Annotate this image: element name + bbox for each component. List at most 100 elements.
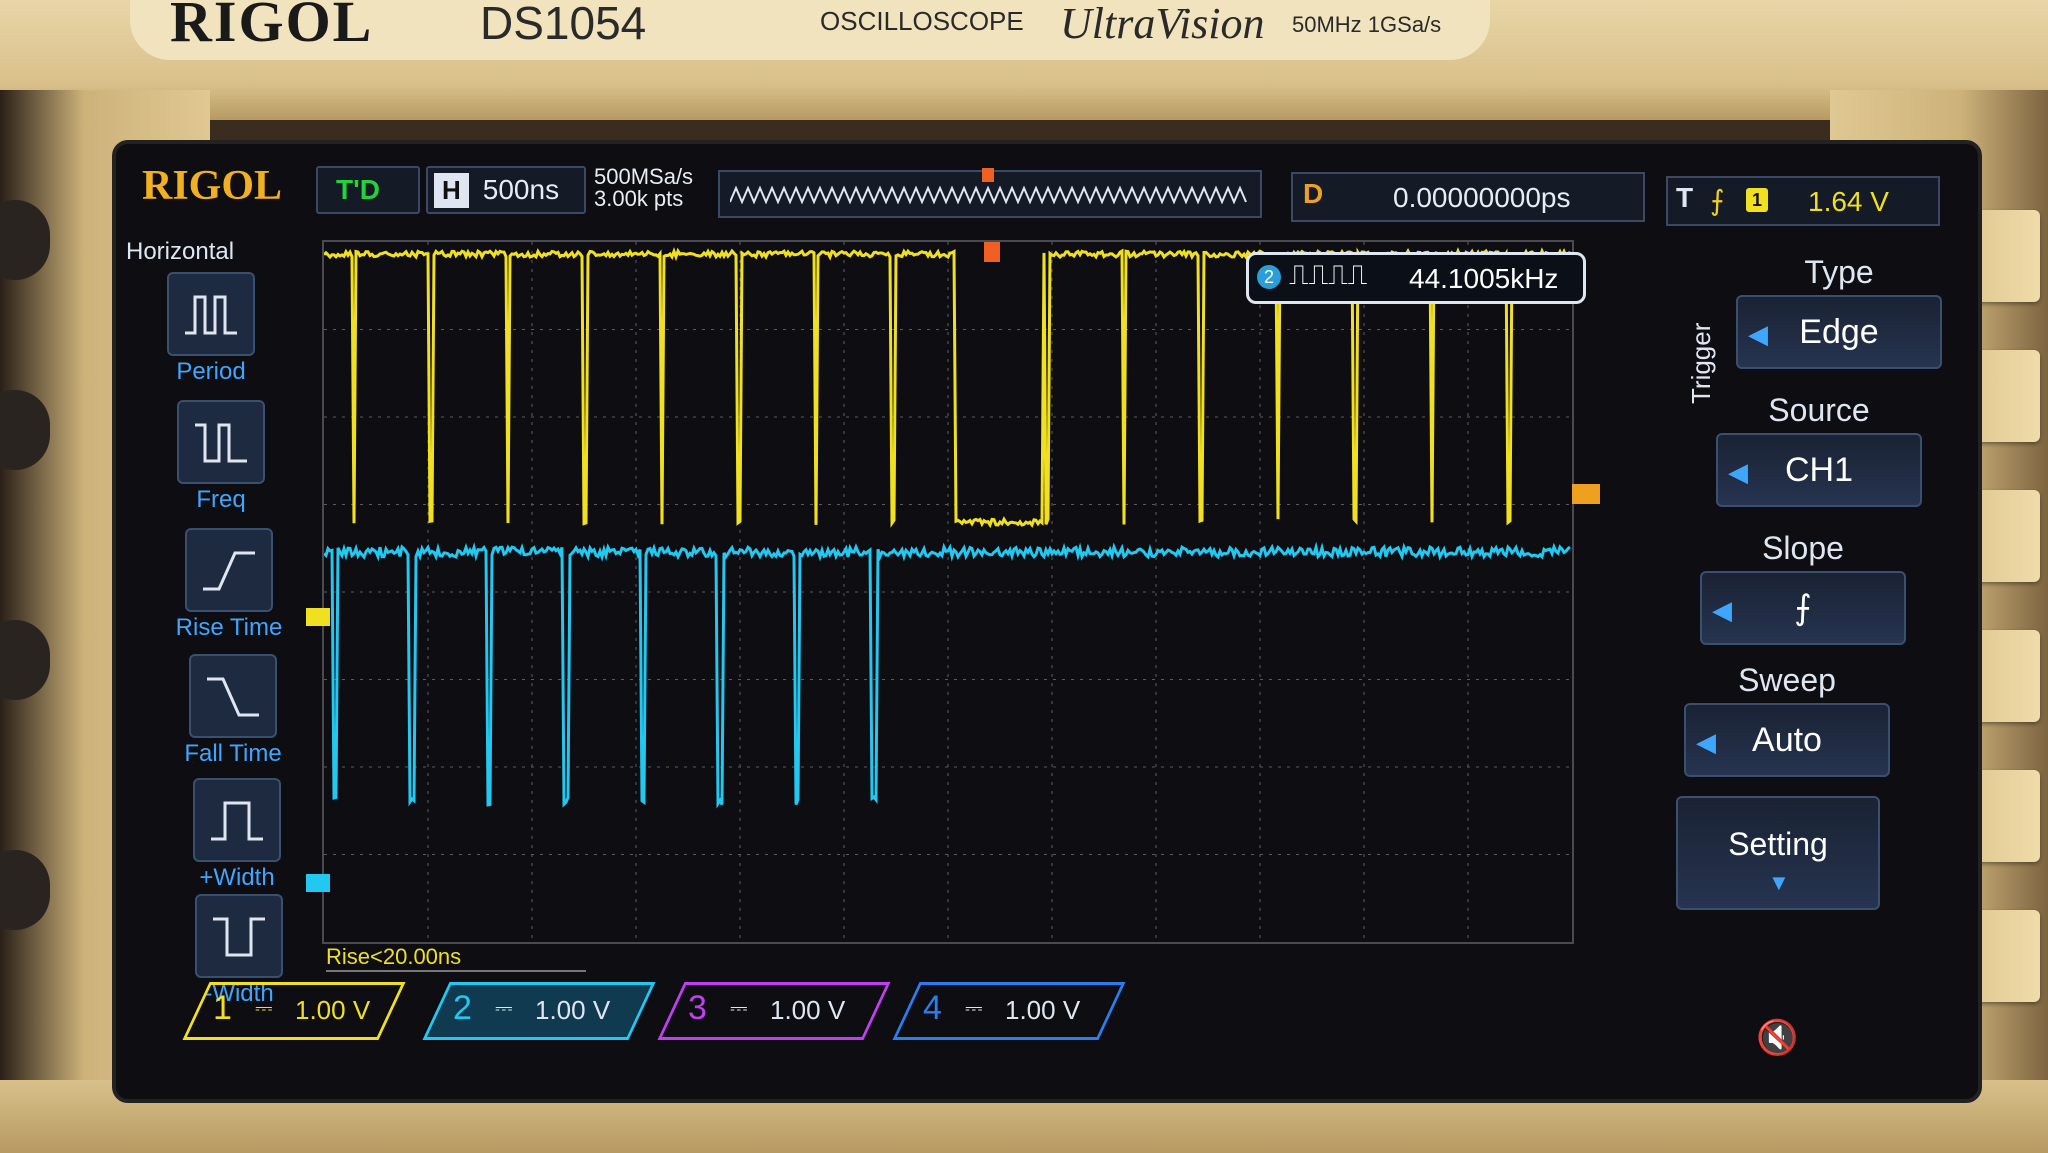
measure-label: +Width [162, 864, 312, 892]
left-arrow-icon: ◀ [1748, 319, 1768, 350]
ch2-waveform [324, 547, 1570, 805]
left-arrow-icon: ◀ [1712, 595, 1732, 626]
dc-coupling-icon: ⎓ [255, 995, 273, 1021]
trigger-channel-badge: 1 [1746, 188, 1768, 212]
left-arrow-icon: ◀ [1728, 457, 1748, 488]
trigger-level-marker[interactable] [1572, 484, 1600, 504]
trigger-status[interactable]: T ⨍ 1 1.64 V [1666, 176, 1940, 226]
memory-depth: 3.00k pts [594, 188, 693, 210]
left-arrow-icon: ◀ [1696, 727, 1716, 758]
channel-scale: 1.00 V [535, 995, 610, 1026]
spec-label: 50MHz 1GSa/s [1292, 12, 1441, 38]
measure-period[interactable]: Period [136, 272, 286, 386]
chevron-down-icon: ▼ [1768, 870, 1790, 896]
negative-width-icon [195, 894, 283, 978]
trigger-type-menu[interactable]: Type ◀ Edge [1736, 254, 1942, 369]
trigger-slope-value[interactable]: ◀ ⨍ [1700, 571, 1906, 645]
delay-tag: D [1303, 178, 1323, 210]
trigger-type-value[interactable]: ◀ Edge [1736, 295, 1942, 369]
menu-value: Auto [1752, 721, 1822, 760]
ch4-scale[interactable]: 4 ⎓ 1.00 V [892, 982, 1125, 1040]
rise-time-readout: Rise<20.00ns [326, 944, 586, 972]
ch2-scale[interactable]: 2 ⎓ 1.00 V [422, 982, 655, 1040]
frequency-value: 44.1005kHz [1409, 263, 1558, 295]
brand-logo: RIGOL [170, 0, 373, 55]
measure-menu-title: Horizontal [126, 238, 234, 266]
menu-value: Edge [1799, 313, 1878, 352]
memory-waveform [730, 186, 1250, 204]
run-state: T'D [318, 174, 398, 206]
dc-coupling-icon: ⎓ [495, 995, 513, 1021]
brand-strip: RIGOL DS1054 OSCILLOSCOPE UltraVision 50… [130, 0, 1490, 60]
bezel-knob[interactable] [0, 620, 50, 700]
memory-overview [718, 170, 1262, 218]
measure-label: Fall Time [158, 740, 308, 768]
measure-label: Freq [146, 486, 296, 514]
ch1-scale[interactable]: 1 ⎓ 1.00 V [182, 982, 405, 1040]
channel-scale: 1.00 V [770, 995, 845, 1026]
ch1-ground-marker[interactable] [306, 608, 330, 626]
dc-coupling-icon: ⎓ [730, 995, 748, 1021]
menu-value: CH1 [1785, 451, 1853, 490]
measure-fall-time[interactable]: Fall Time [158, 654, 308, 768]
positive-width-icon [193, 778, 281, 862]
menu-label: Slope [1700, 530, 1906, 567]
menu-label: Source [1716, 392, 1922, 429]
ch3-scale[interactable]: 3 ⎓ 1.00 V [657, 982, 890, 1040]
measure-menu: Horizontal Period Freq Rise Time Fall Ti… [116, 230, 276, 1000]
channel-number: 2 [453, 989, 472, 1028]
waveform-area [324, 242, 1572, 942]
rise-time-icon [185, 528, 273, 612]
freq-icon [177, 400, 265, 484]
channel-number: 3 [688, 989, 707, 1028]
timebase-value: 500ns [469, 174, 573, 206]
menu-label: Sweep [1684, 662, 1890, 699]
sample-rate: 500MSa/s [594, 166, 693, 188]
trigger-tag: T [1676, 182, 1693, 214]
measure-freq[interactable]: Freq [146, 400, 296, 514]
measure-label: Rise Time [154, 614, 304, 642]
measure-rise-time[interactable]: Rise Time [154, 528, 304, 642]
dc-coupling-icon: ⎓ [965, 995, 983, 1021]
trigger-sweep-menu[interactable]: Sweep ◀ Auto [1684, 662, 1890, 777]
model-label: DS1054 [480, 0, 646, 50]
trigger-setting-button[interactable]: Setting ▼ [1676, 796, 1880, 910]
setting-label: Setting [1678, 826, 1878, 863]
run-status: T'D [316, 166, 420, 214]
channel-number: 1 [213, 989, 232, 1028]
channel-scale: 1.00 V [295, 995, 370, 1026]
delay-value: 0.00000000ps [1393, 182, 1571, 214]
oscilloscope-screen: RIGOL T'D H 500ns 500MSa/s 3.00k pts D 0… [112, 140, 1982, 1103]
rising-edge-icon: ⨍ [1794, 588, 1812, 628]
trigger-source-value[interactable]: ◀ CH1 [1716, 433, 1922, 507]
trigger-source-menu[interactable]: Source ◀ CH1 [1716, 392, 1922, 507]
horizontal-tag: H [434, 173, 469, 208]
trigger-sweep-value[interactable]: ◀ Auto [1684, 703, 1890, 777]
acquisition-info: 500MSa/s 3.00k pts [594, 166, 693, 210]
ch2-ground-marker[interactable] [306, 874, 330, 892]
delay-box[interactable]: D 0.00000000ps [1291, 172, 1645, 222]
speaker-mute-icon[interactable]: 🔇 [1756, 1018, 1798, 1058]
trigger-level: 1.64 V [1808, 186, 1889, 218]
trigger-position-marker [982, 168, 994, 182]
trigger-slope-menu[interactable]: Slope ◀ ⨍ [1700, 530, 1906, 645]
channel-scale: 1.00 V [1005, 995, 1080, 1026]
period-icon [167, 272, 255, 356]
bezel-knob[interactable] [0, 390, 50, 470]
bezel-knob[interactable] [0, 850, 50, 930]
trigger-time-marker[interactable] [984, 242, 1000, 262]
frequency-readout[interactable]: 2 ⎍⎍⎍⎍ 44.1005kHz [1246, 252, 1586, 304]
timebase-box[interactable]: H 500ns [426, 166, 586, 214]
measure-label: Period [136, 358, 286, 386]
waveform-graticule [322, 240, 1574, 944]
measure-positive-width[interactable]: +Width [162, 778, 312, 892]
square-wave-icon: ⎍⎍⎍⎍ [1289, 259, 1367, 292]
bezel-knob[interactable] [0, 200, 50, 280]
series-label: UltraVision [1060, 0, 1265, 49]
menu-label: Type [1736, 254, 1942, 291]
measure-channel-badge: 2 [1257, 265, 1281, 289]
screen-logo: RIGOL [142, 162, 282, 210]
trigger-slope-icon: ⨍ [1710, 184, 1725, 217]
device-type-label: OSCILLOSCOPE [820, 6, 1024, 37]
channel-number: 4 [923, 989, 942, 1028]
